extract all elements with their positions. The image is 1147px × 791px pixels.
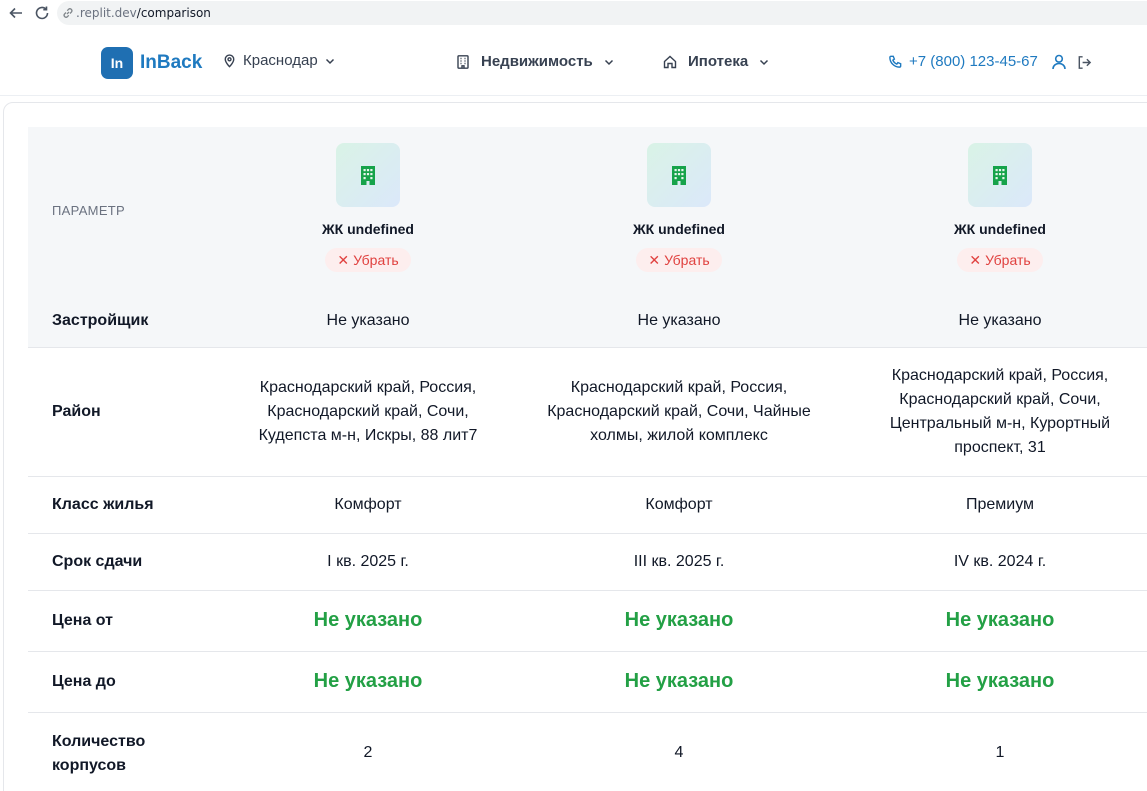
remove-button[interactable]: ✕ Убрать — [957, 248, 1043, 272]
table-row: Район Краснодарский край, Россия, Красно… — [28, 348, 1147, 477]
logout-icon[interactable] — [1076, 54, 1093, 71]
table-cell: III кв. 2025 г. — [633, 553, 725, 570]
back-arrow-icon[interactable] — [7, 4, 25, 22]
menu-realty[interactable]: Недвижимость — [455, 53, 615, 70]
remove-label: Убрать — [664, 252, 710, 268]
table-cell: IV кв. 2024 г. — [953, 553, 1047, 570]
row-label: Срок сдачи — [52, 553, 143, 570]
table-cell: Не указано — [637, 312, 721, 329]
table-cell: Комфорт — [645, 496, 713, 513]
complex-name: ЖК undefined — [322, 221, 414, 237]
phone-icon — [888, 54, 903, 69]
city-selector[interactable]: Краснодар — [222, 52, 336, 69]
table-cell: 1 — [995, 744, 1005, 761]
phone-link[interactable]: +7 (800) 123-45-67 — [888, 53, 1038, 70]
city-label: Краснодар — [243, 52, 318, 69]
table-cell: 2 — [363, 744, 373, 761]
table-cell: Краснодарский край, Россия, Краснодарски… — [258, 379, 478, 444]
url-text: .replit.dev/comparison — [76, 6, 211, 20]
row-label: Класс жилья — [52, 496, 154, 513]
price-cell: Не указано — [945, 609, 1055, 631]
row-label: Район — [52, 403, 101, 420]
site-header: In InBack Краснодар Недвижимость Ипотека — [0, 28, 1147, 96]
close-icon: ✕ — [648, 251, 661, 268]
table-cell: 4 — [674, 744, 684, 761]
menu-mortgage[interactable]: Ипотека — [662, 53, 770, 70]
table-cell: Комфорт — [334, 496, 402, 513]
building-icon — [455, 54, 471, 70]
chevron-down-icon — [603, 56, 615, 68]
logo-text[interactable]: InBack — [140, 52, 202, 74]
row-label: Цена до — [52, 673, 116, 690]
building-icon — [336, 143, 400, 207]
table-cell: I кв. 2025 г. — [327, 553, 409, 570]
price-cell: Не указано — [945, 670, 1055, 692]
building-icon — [968, 143, 1032, 207]
price-cell: Не указано — [313, 609, 423, 631]
building-icon — [647, 143, 711, 207]
close-icon: ✕ — [969, 251, 982, 268]
compare-column: ЖК undefined ✕ Убрать — [248, 143, 488, 272]
user-icon[interactable] — [1050, 53, 1068, 71]
param-column-header: ПАРАМЕТР — [52, 203, 125, 218]
remove-button[interactable]: ✕ Убрать — [325, 248, 411, 272]
map-pin-icon — [222, 53, 237, 68]
row-label: Цена от — [52, 612, 113, 629]
table-cell: Премиум — [965, 496, 1035, 513]
table-cell: Не указано — [958, 312, 1042, 329]
compare-column: ЖК undefined ✕ Убрать — [559, 143, 799, 272]
price-cell: Не указано — [624, 670, 734, 692]
remove-label: Убрать — [985, 252, 1031, 268]
logo-mark[interactable]: In — [101, 47, 133, 79]
address-bar[interactable]: .replit.dev/comparison — [57, 1, 1147, 25]
comparison-table: ПАРАМЕТР ЖК undefined ✕ Убрать ЖК undefi… — [28, 127, 1147, 791]
table-cell: Краснодарский край, Россия, Краснодарски… — [889, 367, 1111, 456]
price-cell: Не указано — [313, 670, 423, 692]
table-cell: Краснодарский край, Россия, Краснодарски… — [547, 379, 811, 444]
table-row: Срок сдачи I кв. 2025 г. III кв. 2025 г.… — [28, 534, 1147, 591]
link-icon — [61, 6, 75, 20]
close-icon: ✕ — [337, 251, 350, 268]
complex-name: ЖК undefined — [633, 221, 725, 237]
complex-name: ЖК undefined — [954, 221, 1046, 237]
phone-number: +7 (800) 123-45-67 — [909, 53, 1038, 70]
remove-label: Убрать — [353, 252, 399, 268]
chevron-down-icon — [324, 55, 336, 67]
chevron-down-icon — [758, 56, 770, 68]
table-row: Цена до Не указано Не указано Не указано — [28, 652, 1147, 713]
row-label: Количество корпусов — [52, 733, 146, 774]
compare-column: ЖК undefined ✕ Убрать — [880, 143, 1120, 272]
menu-mortgage-label: Ипотека — [688, 53, 749, 70]
table-cell: Не указано — [326, 312, 410, 329]
table-row: Количество корпусов 2 4 1 — [28, 713, 1147, 791]
row-label: Застройщик — [52, 312, 149, 329]
remove-button[interactable]: ✕ Убрать — [636, 248, 722, 272]
table-header: ПАРАМЕТР ЖК undefined ✕ Убрать ЖК undefi… — [28, 127, 1147, 297]
table-row: Цена от Не указано Не указано Не указано — [28, 591, 1147, 652]
table-row: Застройщик Не указано Не указано Не указ… — [28, 297, 1147, 348]
menu-realty-label: Недвижимость — [481, 53, 593, 70]
price-cell: Не указано — [624, 609, 734, 631]
home-icon — [662, 54, 678, 70]
reload-icon[interactable] — [33, 4, 51, 22]
table-row: Класс жилья Комфорт Комфорт Премиум — [28, 477, 1147, 534]
browser-toolbar: .replit.dev/comparison — [0, 0, 1147, 27]
